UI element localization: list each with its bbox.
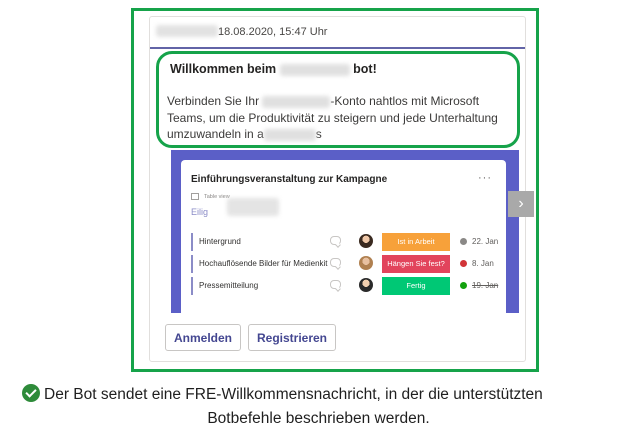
group-color-bar xyxy=(191,255,193,273)
highlight-frame: 18.08.2020, 15:47 Uhr Willkommen beim bo… xyxy=(131,8,539,372)
welcome-text-part-3: a xyxy=(257,127,264,141)
avatar xyxy=(359,256,373,270)
message-timestamp: 18.08.2020, 15:47 Uhr xyxy=(218,26,328,38)
comment-icon xyxy=(330,280,341,289)
bot-name-redacted xyxy=(279,63,350,76)
welcome-text-part-4: s xyxy=(315,127,322,141)
avatar xyxy=(359,234,373,248)
task-row: Pressemitteilung Fertig 19. Jan xyxy=(191,277,506,295)
register-button[interactable]: Registrieren xyxy=(248,324,336,351)
welcome-heading: Willkommen beim bot! xyxy=(170,62,377,76)
status-badge: Ist in Arbeit xyxy=(382,233,450,251)
group-label: Eilig xyxy=(191,207,209,217)
status-badge: Fertig xyxy=(382,277,450,295)
bot-message-card: 18.08.2020, 15:47 Uhr Willkommen beim bo… xyxy=(149,16,526,362)
due-date: 22. Jan xyxy=(472,237,499,246)
comment-icon xyxy=(330,236,341,245)
avatar xyxy=(359,278,373,292)
date-status-icon xyxy=(460,260,467,267)
board-preview-image: Einführungsveranstaltung zur Kampagne ··… xyxy=(171,150,519,313)
task-name: Pressemitteilung xyxy=(199,281,259,290)
table-icon xyxy=(191,193,199,200)
group-color-bar xyxy=(191,277,193,295)
product-name-redacted xyxy=(262,95,331,108)
task-row: Hintergrund Ist in Arbeit 22. Jan xyxy=(191,233,506,251)
group-name-redacted xyxy=(227,198,279,216)
due-date: 19. Jan xyxy=(472,281,499,290)
comment-icon xyxy=(330,258,341,267)
task-name: Hochauflösende Bilder für Medienkit xyxy=(199,259,328,268)
caption-line-1: Der Bot sendet eine FRE-Willkommensnachr… xyxy=(22,384,543,404)
caption-line-2: Botbefehle beschrieben werden. xyxy=(207,410,430,427)
caption-text-1: Der Bot sendet eine FRE-Willkommensnachr… xyxy=(44,386,543,403)
status-badge: Hängen Sie fest? xyxy=(382,255,450,273)
welcome-prefix: Willkommen beim xyxy=(170,62,277,76)
check-icon xyxy=(22,384,40,402)
message-header: 18.08.2020, 15:47 Uhr xyxy=(150,17,525,49)
table-view-text: Table view xyxy=(204,193,230,200)
task-row: Hochauflösende Bilder für Medienkit Häng… xyxy=(191,255,506,273)
due-date: 8. Jan xyxy=(472,259,494,268)
next-arrow-icon[interactable]: › xyxy=(508,191,534,217)
date-status-icon xyxy=(460,282,467,289)
welcome-text-part-1: Verbinden Sie Ihr xyxy=(167,94,260,108)
table-view-label: Table view xyxy=(191,193,230,200)
group-color-bar xyxy=(191,233,193,251)
task-name: Hintergrund xyxy=(199,237,241,246)
login-button[interactable]: Anmelden xyxy=(165,324,241,351)
welcome-suffix: bot! xyxy=(353,62,377,76)
board-preview-panel: Einführungsveranstaltung zur Kampagne ··… xyxy=(181,160,506,313)
board-title: Einführungsveranstaltung zur Kampagne xyxy=(191,174,388,185)
date-status-icon xyxy=(460,238,467,245)
sender-name-redacted xyxy=(156,25,218,37)
welcome-text: Verbinden Sie Ihr -Konto nahtlos mit Mic… xyxy=(167,93,512,143)
text-redacted xyxy=(263,128,316,141)
more-options-icon: ··· xyxy=(478,172,492,184)
